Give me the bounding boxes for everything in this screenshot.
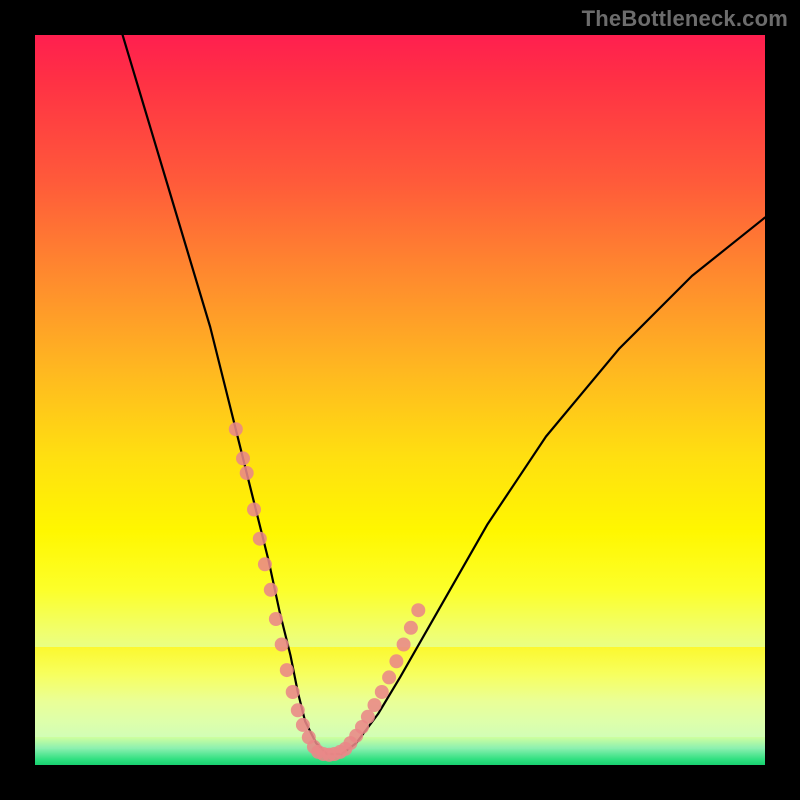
watermark: TheBottleneck.com xyxy=(582,6,788,32)
plot-area xyxy=(35,35,765,765)
bottleneck-curve xyxy=(123,35,765,754)
chart-svg xyxy=(35,35,765,765)
data-points xyxy=(229,422,425,762)
chart-frame: TheBottleneck.com xyxy=(0,0,800,800)
